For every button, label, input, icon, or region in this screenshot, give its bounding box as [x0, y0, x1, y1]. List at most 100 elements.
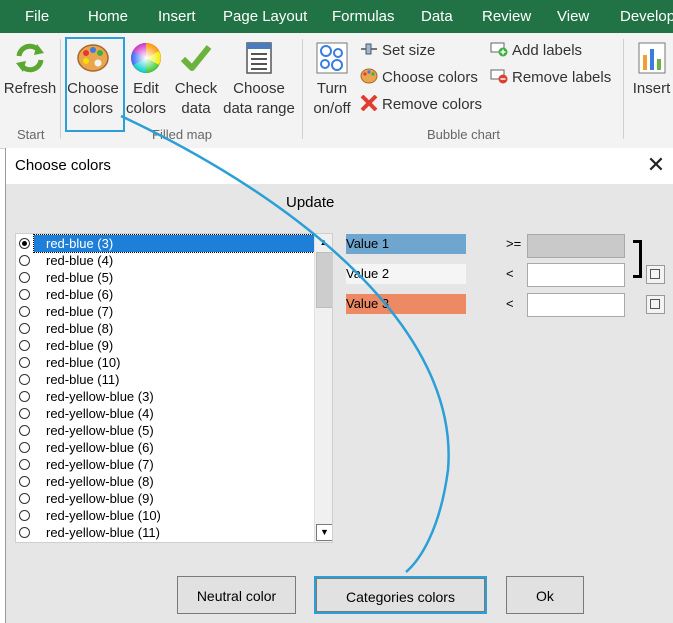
- scroll-up-arrow-icon[interactable]: ▲: [316, 235, 332, 249]
- color-scheme-item[interactable]: red-blue (5): [16, 269, 313, 286]
- scroll-down-arrow-icon[interactable]: ▼: [316, 524, 332, 541]
- color-scheme-item[interactable]: red-yellow-blue (3): [16, 388, 313, 405]
- edit-colors-label-1: Edit: [133, 80, 159, 97]
- tab-view[interactable]: View: [557, 0, 589, 33]
- tab-file[interactable]: File: [25, 0, 49, 33]
- color-scheme-label: red-blue (8): [46, 321, 114, 336]
- color-scheme-label: red-yellow-blue (9): [46, 491, 154, 506]
- radio-button[interactable]: [19, 374, 30, 385]
- radio-button[interactable]: [19, 493, 30, 504]
- scroll-thumb[interactable]: [316, 252, 332, 308]
- value-2-input[interactable]: [527, 263, 625, 287]
- color-scheme-label: red-yellow-blue (8): [46, 474, 154, 489]
- color-scheme-item[interactable]: red-blue (11): [16, 371, 313, 388]
- radio-button[interactable]: [19, 442, 30, 453]
- choose-data-range-button[interactable]: Choose data range: [221, 41, 297, 119]
- set-size-button[interactable]: Set size: [360, 40, 435, 62]
- bracket-icon: [633, 240, 642, 278]
- remove-label-icon: [490, 68, 508, 84]
- color-scheme-item[interactable]: red-yellow-blue (6): [16, 439, 313, 456]
- bar-chart-icon: [638, 42, 665, 74]
- radio-button[interactable]: [19, 272, 30, 283]
- value-3-swatch: Value 3: [346, 294, 466, 314]
- set-size-label: Set size: [382, 42, 436, 59]
- radio-button[interactable]: [19, 391, 30, 402]
- add-labels-label: Add labels: [512, 42, 583, 59]
- radio-button[interactable]: [19, 357, 30, 368]
- radio-button[interactable]: [19, 459, 30, 470]
- value-1-label: Value 1: [346, 236, 390, 251]
- radio-button[interactable]: [19, 510, 30, 521]
- color-scheme-item[interactable]: red-yellow-blue (5): [16, 422, 313, 439]
- insert-chart-button[interactable]: Insert: [630, 41, 673, 99]
- slider-icon: [360, 41, 378, 57]
- tab-page-layout[interactable]: Page Layout: [223, 0, 307, 33]
- range-picker-icon[interactable]: [646, 295, 665, 314]
- remove-colors-label: Remove colors: [382, 96, 483, 113]
- color-scheme-item[interactable]: red-yellow-blue (11): [16, 524, 313, 541]
- radio-button[interactable]: [19, 323, 30, 334]
- remove-colors-button[interactable]: Remove colors: [360, 94, 482, 116]
- color-scheme-item[interactable]: red-blue (10): [16, 354, 313, 371]
- value-3-input[interactable]: [527, 293, 625, 317]
- edit-colors-label-2: colors: [125, 100, 166, 117]
- refresh-button[interactable]: Refresh: [2, 41, 58, 99]
- value-3-operator: <: [506, 296, 514, 311]
- range-picker-icon[interactable]: [646, 265, 665, 284]
- radio-button[interactable]: [19, 306, 30, 317]
- turn-label-1: Turn: [316, 80, 348, 97]
- color-scheme-item[interactable]: red-yellow-blue (7): [16, 456, 313, 473]
- radio-button[interactable]: [19, 340, 30, 351]
- tab-insert[interactable]: Insert: [158, 0, 196, 33]
- bubble-choose-colors-button[interactable]: Choose colors: [360, 67, 478, 89]
- color-scheme-item[interactable]: red-yellow-blue (10): [16, 507, 313, 524]
- value-3-label: Value 3: [346, 296, 390, 311]
- remove-labels-label: Remove labels: [512, 69, 612, 86]
- tab-formulas[interactable]: Formulas: [332, 0, 395, 33]
- radio-button[interactable]: [19, 289, 30, 300]
- edit-colors-button[interactable]: Edit colors: [121, 41, 171, 119]
- color-scheme-item[interactable]: red-blue (3): [16, 234, 325, 253]
- color-scheme-item[interactable]: red-yellow-blue (4): [16, 405, 313, 422]
- categories-colors-button[interactable]: Categories colors: [314, 576, 487, 614]
- choose-data-range-label-2: data range: [223, 100, 295, 117]
- radio-button[interactable]: [19, 255, 30, 266]
- close-icon[interactable]: ✕: [644, 154, 668, 178]
- value-1-input: [527, 234, 625, 258]
- check-data-button[interactable]: Check data: [172, 41, 220, 119]
- color-scheme-item[interactable]: red-blue (4): [16, 252, 313, 269]
- color-scheme-item[interactable]: red-blue (8): [16, 320, 313, 337]
- group-label-filled-map: Filled map: [152, 127, 212, 142]
- tab-review[interactable]: Review: [482, 0, 531, 33]
- list-scrollbar[interactable]: ▲ ▼: [314, 234, 332, 542]
- radio-button[interactable]: [19, 408, 30, 419]
- radio-button[interactable]: [19, 425, 30, 436]
- color-scheme-item[interactable]: red-yellow-blue (9): [16, 490, 313, 507]
- radio-button[interactable]: [19, 238, 30, 249]
- color-scheme-item[interactable]: red-yellow-blue (8): [16, 473, 313, 490]
- add-labels-button[interactable]: Add labels: [490, 40, 582, 62]
- neutral-color-button[interactable]: Neutral color: [177, 576, 296, 614]
- dialog-title: Choose colors: [15, 157, 111, 174]
- color-scheme-item[interactable]: red-blue (7): [16, 303, 313, 320]
- color-scheme-list[interactable]: red-blue (3) red-blue (4) red-blue (5) red-…: [15, 233, 333, 543]
- check-data-label-1: Check: [174, 80, 218, 97]
- value-2-swatch: Value 2: [346, 264, 466, 284]
- remove-labels-button[interactable]: Remove labels: [490, 67, 611, 89]
- group-separator: [623, 39, 624, 139]
- color-scheme-label: red-blue (5): [46, 270, 114, 285]
- value-2-label: Value 2: [346, 266, 390, 281]
- tab-home[interactable]: Home: [88, 0, 128, 33]
- color-scheme-item[interactable]: red-blue (6): [16, 286, 313, 303]
- radio-button[interactable]: [19, 527, 30, 538]
- radio-button[interactable]: [19, 476, 30, 487]
- color-scheme-label: red-blue (7): [46, 304, 114, 319]
- group-separator: [302, 39, 303, 139]
- refresh-label: Refresh: [3, 80, 57, 97]
- ok-button[interactable]: Ok: [506, 576, 584, 614]
- tab-data[interactable]: Data: [421, 0, 453, 33]
- color-scheme-item[interactable]: red-blue (9): [16, 337, 313, 354]
- color-wheel-icon: [131, 43, 161, 73]
- tab-developer[interactable]: Develop: [620, 0, 673, 33]
- turn-on-off-button[interactable]: Turn on/off: [307, 41, 357, 119]
